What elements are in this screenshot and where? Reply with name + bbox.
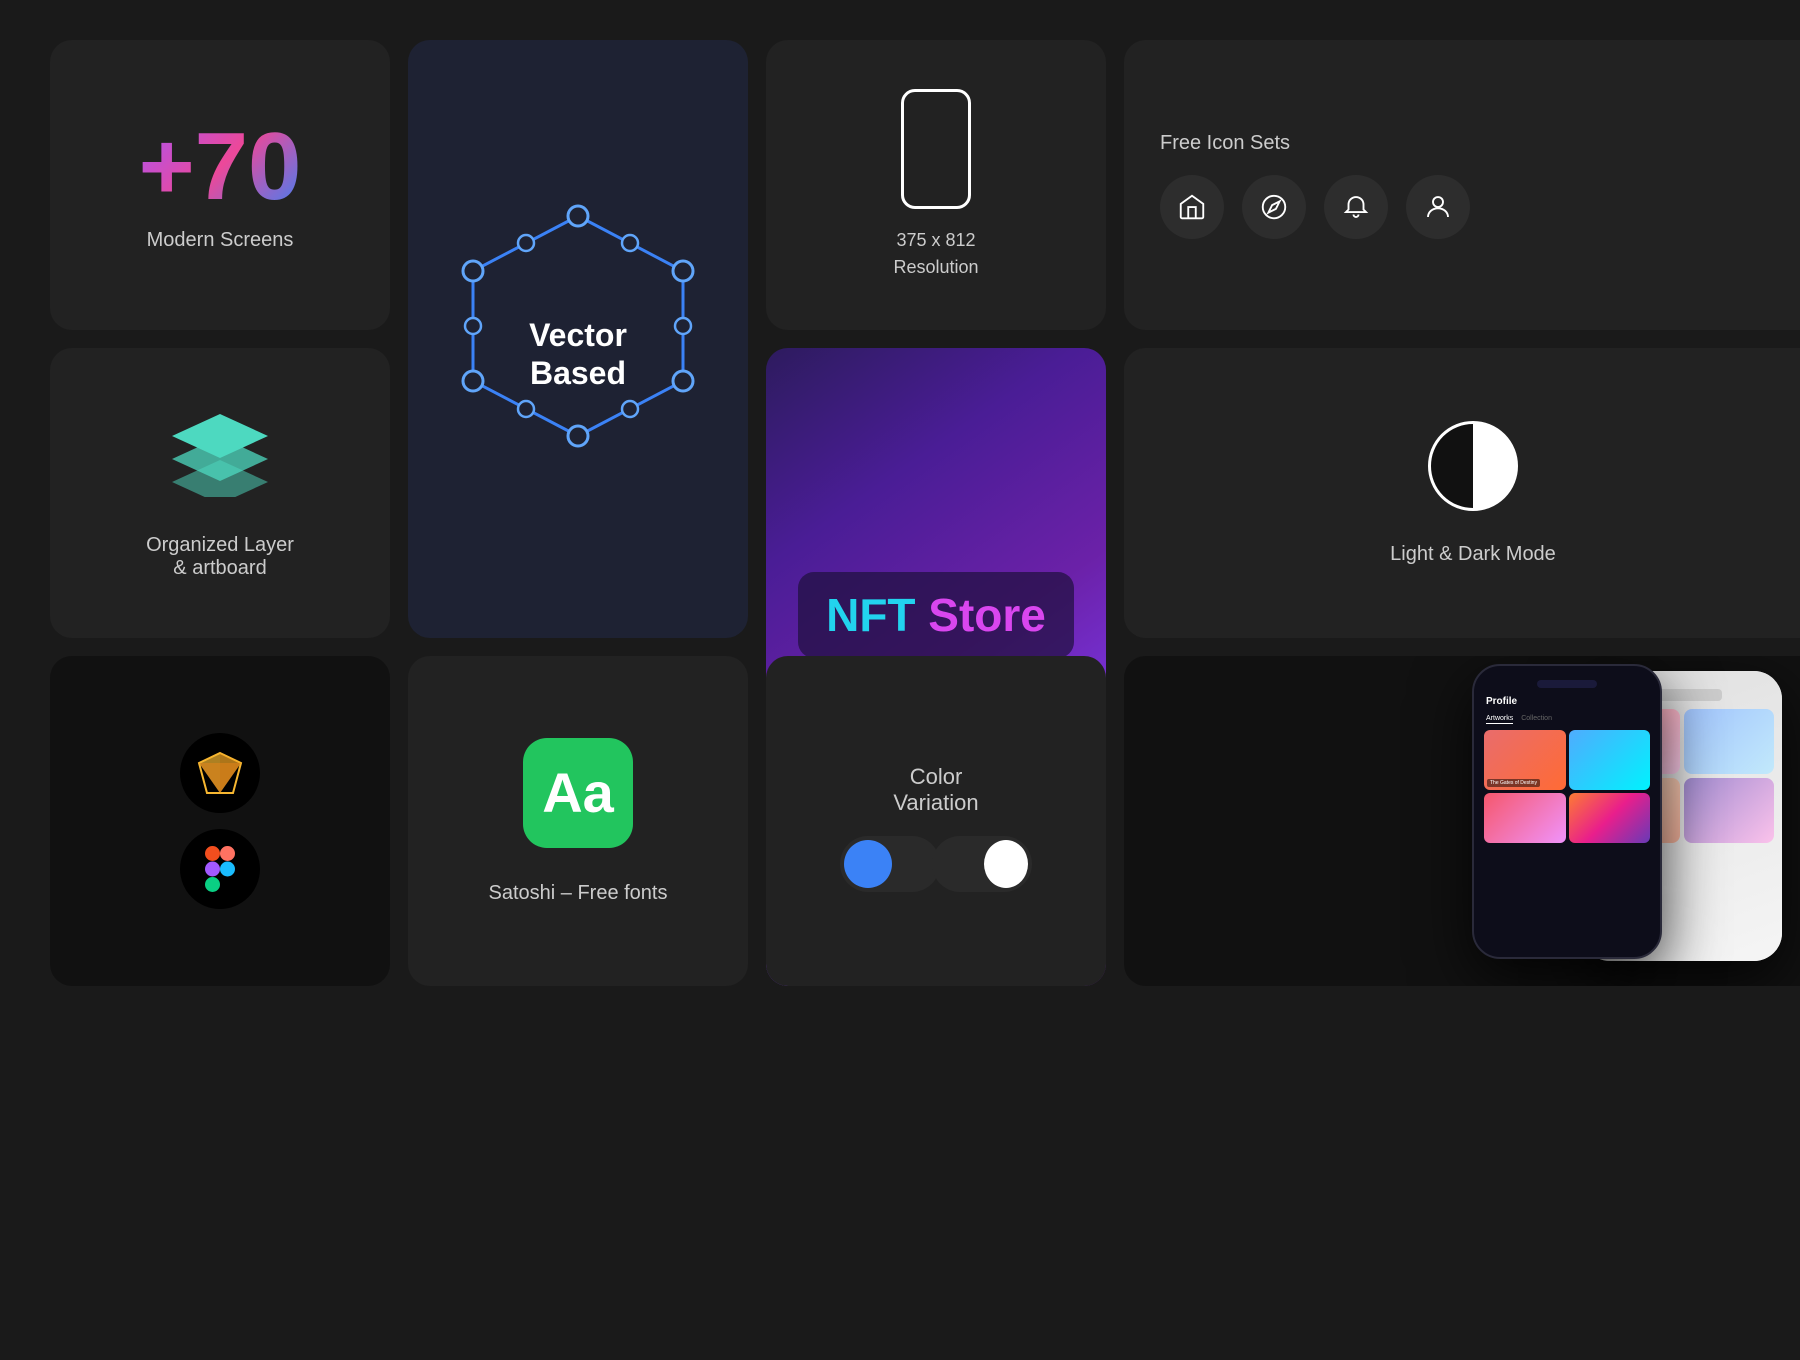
card-vector: Vector Based (408, 40, 748, 638)
aa-icon: Aa (523, 738, 633, 848)
fonts-label: Satoshi – Free fonts (489, 882, 668, 905)
compass-icon (1259, 192, 1289, 222)
phones-container: Profile Artworks Collection The Gates of… (1124, 656, 1800, 986)
bell-icon-circle (1324, 175, 1388, 239)
half-circle-icon (1428, 421, 1518, 511)
sketch-icon (195, 750, 245, 796)
home-icon-circle (1160, 175, 1224, 239)
toggle-light-knob (984, 840, 1028, 888)
sketch-icon-circle (180, 733, 260, 813)
phone-outline-icon (901, 89, 971, 209)
resolution-text: 375 x 812 Resolution (893, 227, 978, 281)
nft-title: NFT Store (826, 589, 1046, 641)
person-icon (1423, 192, 1453, 222)
toggle-light[interactable] (932, 836, 1032, 892)
screens-number: +70 (139, 119, 302, 215)
bell-icon (1341, 192, 1371, 222)
card-phone-mockup: Profile Artworks Collection The Gates of… (1124, 656, 1800, 986)
screens-label: Modern Screens (147, 229, 294, 252)
card-fonts: Aa Satoshi – Free fonts (408, 656, 748, 986)
figma-icon-circle (180, 829, 260, 909)
compass-icon-circle (1242, 175, 1306, 239)
card-apps (50, 656, 390, 986)
phone-front: Profile Artworks Collection The Gates of… (1472, 664, 1662, 959)
layers-icon (170, 407, 270, 502)
toggle-container (840, 836, 1032, 892)
light-dark-label: Light & Dark Mode (1390, 543, 1556, 566)
toggle-dark[interactable] (840, 836, 940, 892)
card-icon-sets: Free Icon Sets (1124, 40, 1800, 330)
nft-title-box: NFT Store (798, 572, 1074, 658)
card-color-variation: Color Variation (766, 656, 1106, 986)
person-icon-circle (1406, 175, 1470, 239)
card-resolution: 375 x 812 Resolution (766, 40, 1106, 330)
icon-sets-title: Free Icon Sets (1160, 132, 1290, 155)
main-grid: +70 Modern Screens Vector Based 375 (50, 40, 1750, 1320)
phone-screen: Profile Artworks Collection The Gates of… (1474, 666, 1660, 957)
toggle-dark-knob (844, 840, 892, 888)
figma-icon (205, 846, 235, 892)
card-light-dark: Light & Dark Mode (1124, 348, 1800, 638)
card-screens: +70 Modern Screens (50, 40, 390, 330)
icon-row (1160, 175, 1470, 239)
phone-profile-label: Profile (1482, 694, 1652, 709)
layers-label: Organized Layer & artboard (146, 534, 294, 580)
card-layers: Organized Layer & artboard (50, 348, 390, 638)
color-label: Color Variation (893, 764, 978, 816)
home-icon (1177, 192, 1207, 222)
vector-title: Vector Based (529, 316, 627, 393)
